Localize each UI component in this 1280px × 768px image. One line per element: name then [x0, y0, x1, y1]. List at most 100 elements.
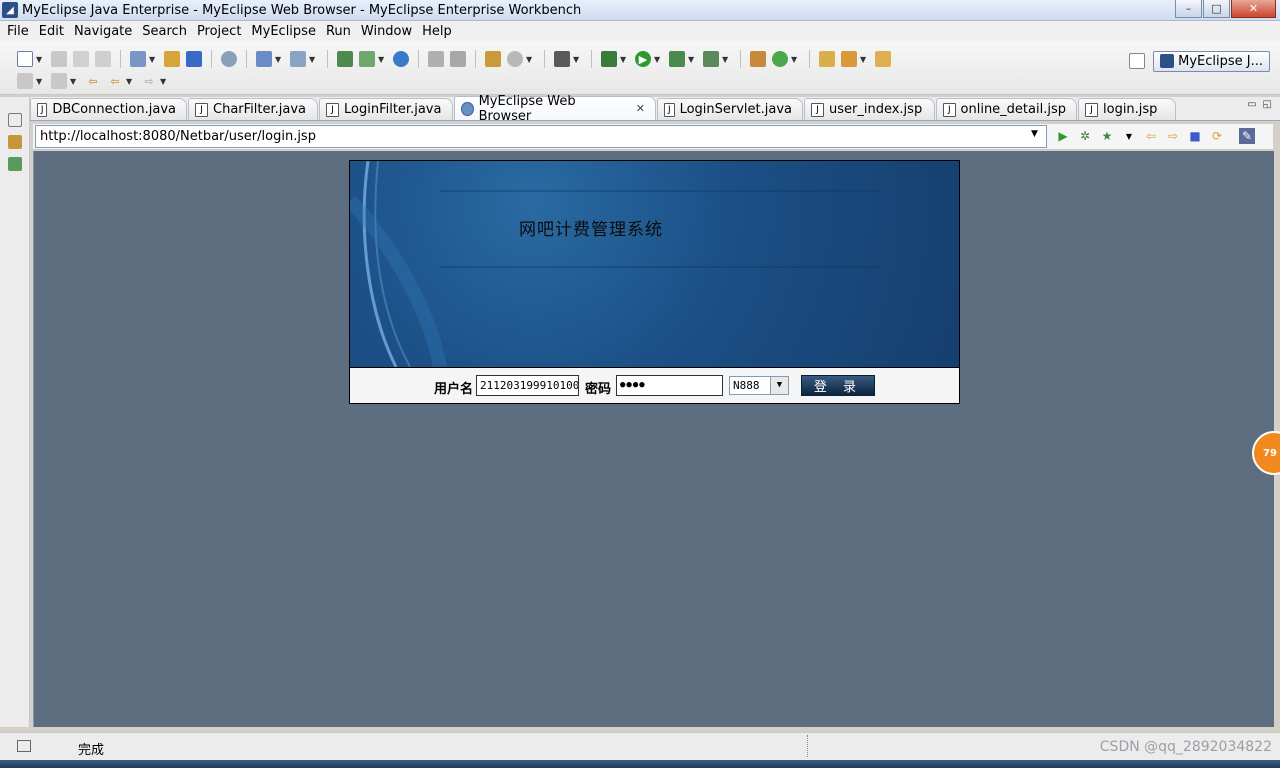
toolbar-separator	[591, 50, 592, 68]
forward-icon[interactable]: ⇨	[141, 73, 157, 89]
search-refs-dropdown-icon[interactable]: ▼	[309, 55, 317, 64]
editor-area-controls: ▭ ◱	[1247, 99, 1272, 110]
run-last-icon[interactable]	[669, 51, 685, 67]
close-button[interactable]: ✕	[1231, 0, 1276, 18]
menu-help[interactable]: Help	[417, 24, 457, 39]
menu-file[interactable]: File	[2, 24, 34, 39]
browser-forward-icon[interactable]: ⇨	[1165, 128, 1181, 144]
last-edit-icon[interactable]: ⇦	[85, 73, 101, 89]
external-tools-dropdown-icon[interactable]: ▼	[722, 55, 730, 64]
tab-online-detail[interactable]: J online_detail.jsp	[936, 98, 1077, 120]
camera-icon[interactable]	[554, 51, 570, 67]
menu-myeclipse[interactable]: MyEclipse	[246, 24, 321, 39]
favorites-dropdown-icon[interactable]: ▼	[1121, 128, 1137, 144]
settings-icon[interactable]	[507, 51, 523, 67]
run-last-dropdown-icon[interactable]: ▼	[688, 55, 696, 64]
browser-settings-icon[interactable]: ✎	[1239, 128, 1255, 144]
login-button[interactable]: 登 录	[801, 375, 875, 396]
build-icon[interactable]	[337, 51, 353, 67]
search-refs-icon[interactable]	[290, 51, 306, 67]
settings-dropdown-icon[interactable]: ▼	[526, 55, 534, 64]
forward-dropdown-icon[interactable]: ▼	[160, 77, 168, 86]
menu-navigate[interactable]: Navigate	[69, 24, 137, 39]
web-browser-icon[interactable]	[393, 51, 409, 67]
perspective-button[interactable]: MyEclipse J...	[1153, 50, 1270, 72]
fast-view-icon[interactable]	[17, 740, 31, 752]
maximize-editor-icon[interactable]: ◱	[1263, 99, 1272, 110]
menu-run[interactable]: Run	[321, 24, 356, 39]
tab-loginfilter[interactable]: J LoginFilter.java	[319, 98, 453, 120]
server-icon[interactable]	[186, 51, 202, 67]
save-all-icon[interactable]	[73, 51, 89, 67]
menu-edit[interactable]: Edit	[34, 24, 69, 39]
pin-dropdown-icon[interactable]: ▼	[860, 55, 868, 64]
url-input[interactable]: http://localhost:8080/Netbar/user/login.…	[35, 125, 1047, 148]
run-dropdown-icon[interactable]: ▼	[654, 55, 662, 64]
hierarchy-icon[interactable]	[7, 157, 22, 171]
prev-annotation-icon[interactable]	[51, 73, 67, 89]
stop-icon[interactable]: ■	[1187, 128, 1203, 144]
maximize-button[interactable]: □	[1203, 0, 1230, 18]
new-project-icon[interactable]	[130, 51, 146, 67]
url-history-dropdown-icon[interactable]: ▼	[1031, 129, 1043, 143]
machine-select[interactable]: N888 ▼	[729, 376, 789, 395]
copy-icon[interactable]	[450, 51, 466, 67]
prev-annotation-dropdown-icon[interactable]: ▼	[70, 77, 78, 86]
refresh-dropdown-icon[interactable]: ▼	[791, 55, 799, 64]
back-icon[interactable]: ⇦	[107, 73, 123, 89]
image-icon[interactable]	[485, 51, 501, 67]
print-icon[interactable]	[95, 51, 111, 67]
back-dropdown-icon[interactable]: ▼	[126, 77, 134, 86]
new-class-icon[interactable]	[750, 51, 766, 67]
search-icon[interactable]	[256, 51, 272, 67]
tab-loginservlet[interactable]: J LoginServlet.java	[657, 98, 803, 120]
run-icon[interactable]: ▶	[635, 51, 651, 67]
minimize-editor-icon[interactable]: ▭	[1247, 99, 1256, 110]
restore-icon[interactable]	[7, 113, 22, 127]
refresh-icon[interactable]	[772, 51, 788, 67]
browser-refresh-icon[interactable]: ⟳	[1209, 128, 1225, 144]
cut-icon[interactable]	[428, 51, 444, 67]
camera-dropdown-icon[interactable]: ▼	[573, 55, 581, 64]
open-type-icon[interactable]	[221, 51, 237, 67]
username-input[interactable]: 211203199910100141	[476, 375, 579, 396]
java-file-icon: J	[37, 102, 48, 117]
package-explorer-icon[interactable]	[7, 135, 22, 149]
menu-window[interactable]: Window	[356, 24, 417, 39]
tab-user-index[interactable]: J user_index.jsp	[804, 98, 935, 120]
browser-viewport: 网吧计费管理系统 用户名 211203199910100141 密码 ●●●● …	[33, 151, 1274, 727]
new-project-dropdown-icon[interactable]: ▼	[149, 55, 157, 64]
tab-charfilter[interactable]: J CharFilter.java	[188, 98, 318, 120]
open-perspective-icon[interactable]	[1129, 53, 1146, 69]
search-dropdown-icon[interactable]: ▼	[275, 55, 283, 64]
jsp-file-icon: J	[1085, 102, 1098, 117]
pin-icon[interactable]	[841, 51, 857, 67]
favorites-icon[interactable]: ★	[1099, 128, 1115, 144]
save-icon[interactable]	[51, 51, 67, 67]
open-file-icon[interactable]	[875, 51, 891, 67]
run-config-icon[interactable]	[359, 51, 375, 67]
password-input[interactable]: ●●●●	[616, 375, 723, 396]
menu-project[interactable]: Project	[192, 24, 246, 39]
close-tab-icon[interactable]: ✕	[636, 102, 645, 115]
open-folder-icon[interactable]	[819, 51, 835, 67]
next-annotation-icon[interactable]	[17, 73, 33, 89]
go-icon[interactable]: ▶	[1055, 128, 1071, 144]
java-file-icon: J	[195, 102, 208, 117]
tab-login-jsp[interactable]: J login.jsp	[1078, 98, 1176, 120]
tab-dbconnection[interactable]: J DBConnection.java	[30, 98, 187, 120]
debug-icon[interactable]	[601, 51, 617, 67]
next-annotation-dropdown-icon[interactable]: ▼	[36, 77, 44, 86]
browser-back-icon[interactable]: ⇦	[1143, 128, 1159, 144]
new-dropdown-icon[interactable]: ▼	[36, 55, 44, 64]
toolbar-separator	[246, 50, 247, 68]
menu-search[interactable]: Search	[137, 24, 192, 39]
minimize-button[interactable]: –	[1175, 0, 1202, 18]
debug-page-icon[interactable]: ✲	[1077, 128, 1093, 144]
new-icon[interactable]	[17, 51, 33, 67]
deploy-icon[interactable]	[164, 51, 180, 67]
run-config-dropdown-icon[interactable]: ▼	[378, 55, 386, 64]
external-tools-icon[interactable]	[703, 51, 719, 67]
tab-web-browser[interactable]: MyEclipse Web Browser ✕	[454, 94, 656, 124]
debug-dropdown-icon[interactable]: ▼	[620, 55, 628, 64]
